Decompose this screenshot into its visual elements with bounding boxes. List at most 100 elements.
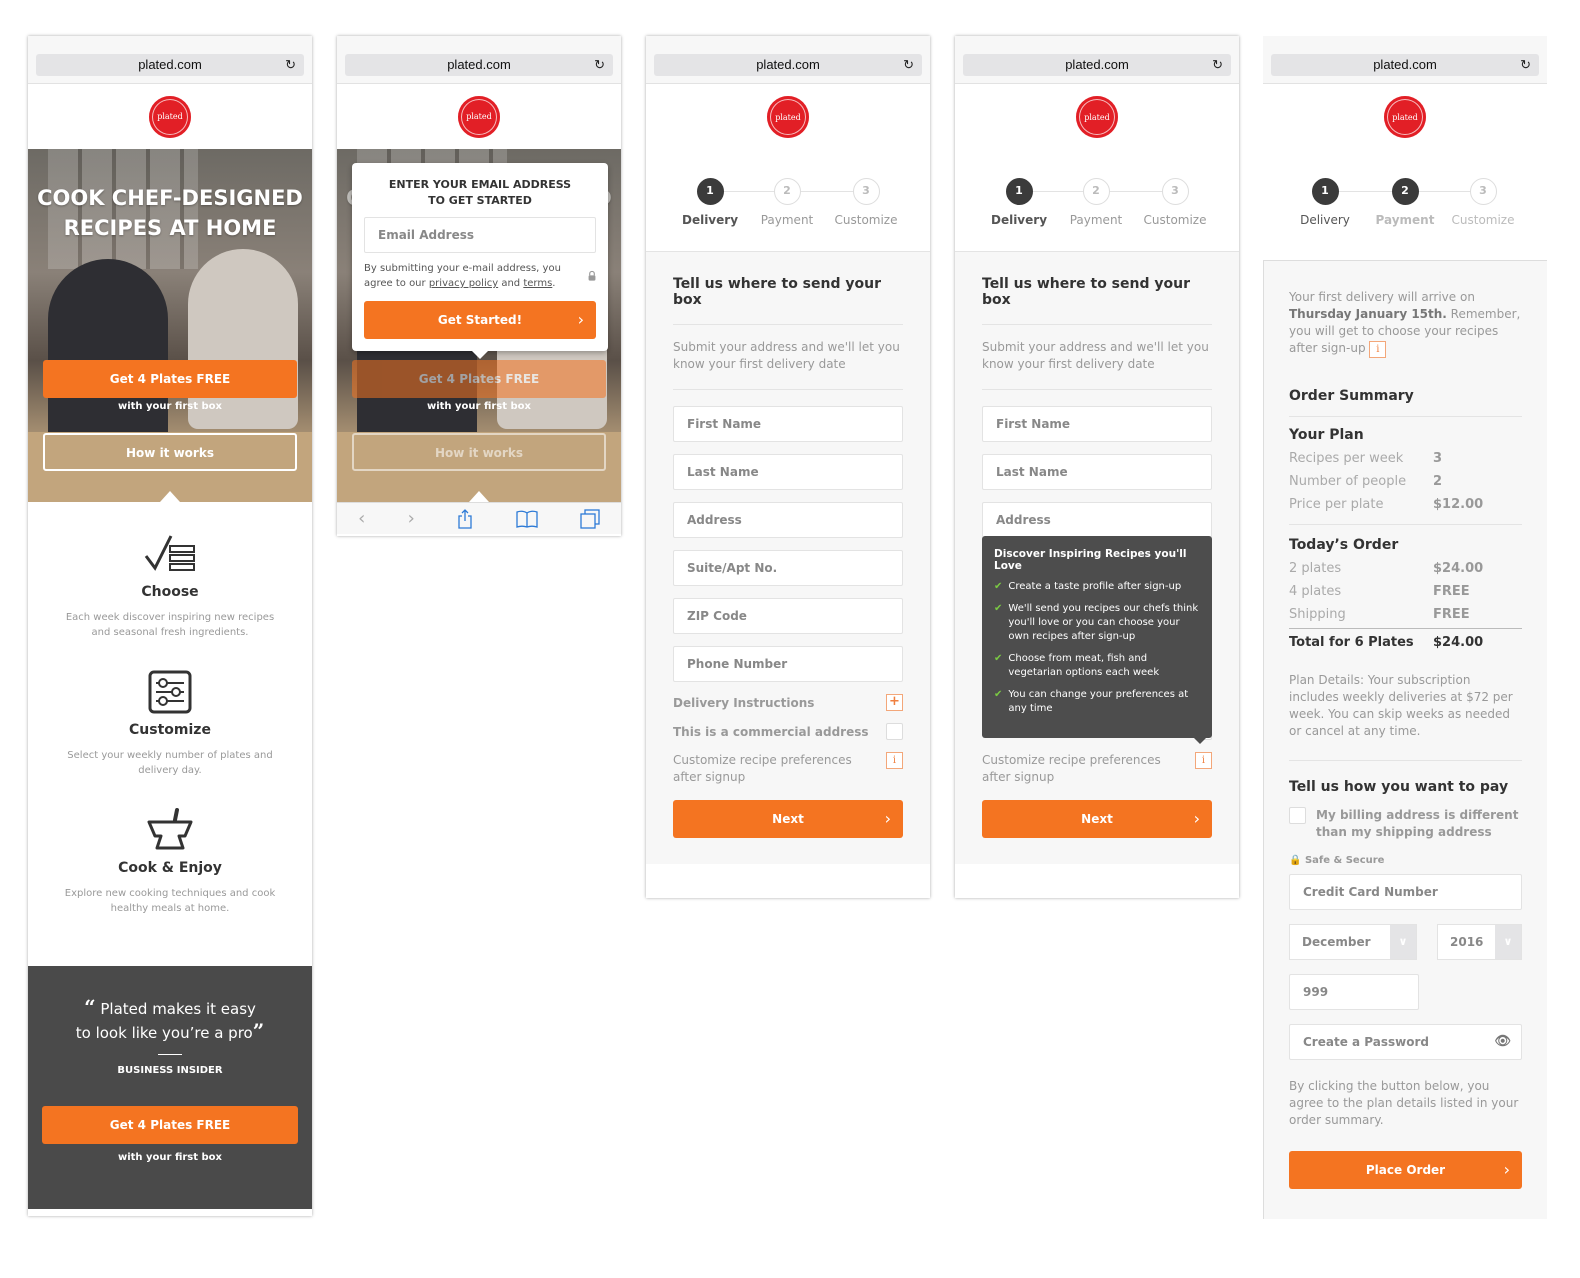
- address-input[interactable]: Address: [982, 502, 1212, 538]
- email-modal: ENTER YOUR EMAIL ADDRESS TO GET STARTED E…: [352, 163, 608, 351]
- order-total-row: Total for 6 Plates $24.00: [1289, 628, 1522, 654]
- place-order-button[interactable]: Place Order ›: [1289, 1151, 1522, 1189]
- logo-text: plated: [466, 112, 492, 121]
- expiry-year-select[interactable]: 2016 ∨: [1437, 924, 1522, 960]
- get-started-button[interactable]: Get Started! ›: [364, 301, 596, 339]
- reload-icon[interactable]: ↻: [903, 54, 914, 76]
- url-bar[interactable]: plated.com ↻: [963, 54, 1231, 76]
- tabs-icon[interactable]: [580, 508, 600, 529]
- total-label: Total for 6 Plates: [1289, 635, 1414, 650]
- last-name-input[interactable]: Last Name: [673, 454, 903, 490]
- phone-payment: plated.com ↻ plated 1 Delivery 2 Payment 3 C…: [1263, 36, 1547, 1240]
- step-payment[interactable]: 2 Payment: [1056, 178, 1136, 227]
- step-delivery[interactable]: 1 Delivery: [670, 178, 750, 227]
- plated-logo[interactable]: plated: [767, 96, 809, 138]
- url-bar[interactable]: plated.com ↻: [1271, 54, 1539, 76]
- commercial-address-label: This is a commercial address: [673, 724, 869, 739]
- step-label: Payment: [1069, 213, 1123, 227]
- email-input[interactable]: Email Address: [364, 217, 596, 253]
- tooltip-title: Discover Inspiring Recipes you'll Love: [994, 548, 1187, 572]
- first-name-input[interactable]: First Name: [982, 406, 1212, 442]
- suite-input[interactable]: Suite/Apt No.: [673, 550, 903, 586]
- password-input[interactable]: Create a Password 👁: [1289, 1024, 1522, 1060]
- info-icon[interactable]: i: [1195, 752, 1212, 769]
- url-bar[interactable]: plated.com ↻: [36, 54, 304, 76]
- plated-logo[interactable]: plated: [458, 95, 500, 138]
- todays-order-title: Today’s Order: [1289, 537, 1399, 553]
- share-icon[interactable]: [457, 508, 473, 529]
- address-input[interactable]: Address: [673, 502, 903, 538]
- plan-key: Number of people: [1289, 474, 1407, 489]
- get-plates-free-button[interactable]: Get 4 Plates FREE: [352, 360, 606, 398]
- step-number: 3: [852, 178, 880, 205]
- url-text: plated.com: [138, 57, 202, 72]
- plated-logo[interactable]: plated: [1384, 96, 1426, 138]
- url-bar[interactable]: plated.com ↻: [345, 54, 613, 76]
- scroll-down-arrow-icon[interactable]: [469, 491, 489, 502]
- step-delivery[interactable]: 1 Delivery: [1285, 178, 1365, 227]
- get-plates-free-button[interactable]: Get 4 Plates FREE: [43, 360, 297, 398]
- how-it-works-button[interactable]: How it works: [43, 433, 297, 471]
- order-value: FREE: [1433, 607, 1470, 622]
- step-payment[interactable]: 2 Payment: [1365, 178, 1445, 227]
- progress-stepper: 1 Delivery 2 Payment 3 Customize: [955, 150, 1239, 252]
- logo-row: plated: [28, 84, 312, 149]
- commercial-address-row[interactable]: This is a commercial address: [673, 723, 903, 740]
- step-delivery[interactable]: 1 Delivery: [979, 178, 1059, 227]
- eye-icon[interactable]: 👁: [1494, 1025, 1511, 1059]
- credit-card-input[interactable]: Credit Card Number: [1289, 874, 1522, 910]
- next-button[interactable]: Next ›: [673, 800, 903, 838]
- privacy-policy-link[interactable]: privacy policy: [429, 278, 498, 289]
- features-section: Choose Each week discover inspiring new …: [28, 502, 312, 966]
- billing-address-row[interactable]: My billing address is different than my …: [1289, 807, 1522, 841]
- next-button[interactable]: Next ›: [982, 800, 1212, 838]
- legal-notice: By submitting your e-mail address, you a…: [364, 261, 596, 291]
- reload-icon[interactable]: ↻: [1212, 54, 1223, 76]
- step-payment[interactable]: 2 Payment: [747, 178, 827, 227]
- delivery-instructions-row[interactable]: Delivery Instructions +: [673, 694, 903, 711]
- place-order-label: Place Order: [1365, 1163, 1446, 1177]
- cta-subtext: with your first box: [117, 401, 222, 412]
- step-customize[interactable]: 3 Customize: [1443, 178, 1523, 227]
- footer-get-plates-free-button[interactable]: Get 4 Plates FREE: [42, 1106, 298, 1144]
- logo-text: plated: [1084, 112, 1110, 122]
- reload-icon[interactable]: ↻: [1520, 54, 1531, 76]
- back-icon[interactable]: ‹: [358, 508, 365, 529]
- reload-icon[interactable]: ↻: [594, 54, 605, 76]
- info-icon[interactable]: i: [886, 752, 903, 769]
- plus-icon[interactable]: +: [886, 694, 903, 711]
- plan-row: Number of people 2: [1289, 470, 1522, 493]
- expiry-month-select[interactable]: December ∨: [1289, 924, 1417, 960]
- delivery-intro: Your first delivery will arrive on Thurs…: [1289, 289, 1522, 358]
- forward-icon[interactable]: ›: [408, 508, 415, 529]
- step-customize[interactable]: 3 Customize: [1135, 178, 1215, 227]
- chevron-down-icon: ∨: [1495, 925, 1521, 959]
- last-name-input[interactable]: Last Name: [982, 454, 1212, 490]
- plated-logo[interactable]: plated: [1076, 96, 1118, 138]
- info-icon[interactable]: i: [1369, 341, 1387, 358]
- terms-link[interactable]: terms: [523, 278, 552, 289]
- commercial-address-checkbox[interactable]: [886, 723, 903, 740]
- phone-input[interactable]: Phone Number: [673, 646, 903, 682]
- testimonial: “ Plated makes it easy to look like you’r…: [28, 966, 312, 1209]
- cvv-input[interactable]: 999: [1289, 974, 1419, 1010]
- billing-address-label: My billing address is different than my …: [1316, 808, 1519, 839]
- bookmarks-icon[interactable]: [515, 510, 538, 528]
- url-text: plated.com: [447, 57, 511, 72]
- logo-row: plated: [337, 84, 621, 149]
- logo-text: plated: [157, 112, 183, 121]
- browser-chrome: plated.com ↻: [646, 36, 930, 84]
- billing-address-checkbox[interactable]: [1289, 807, 1306, 824]
- step-customize[interactable]: 3 Customize: [826, 178, 906, 227]
- url-bar[interactable]: plated.com ↻: [654, 54, 922, 76]
- step-label: Delivery: [681, 213, 739, 227]
- scroll-down-arrow-icon[interactable]: [160, 491, 180, 502]
- password-placeholder: Create a Password: [1303, 1035, 1429, 1049]
- how-it-works-button[interactable]: How it works: [352, 433, 606, 471]
- zip-input[interactable]: ZIP Code: [673, 598, 903, 634]
- first-name-input[interactable]: First Name: [673, 406, 903, 442]
- plated-logo[interactable]: plated: [149, 95, 191, 138]
- legal-suffix: .: [552, 278, 556, 289]
- reload-icon[interactable]: ↻: [285, 54, 296, 76]
- step-label: Customize: [1143, 213, 1207, 227]
